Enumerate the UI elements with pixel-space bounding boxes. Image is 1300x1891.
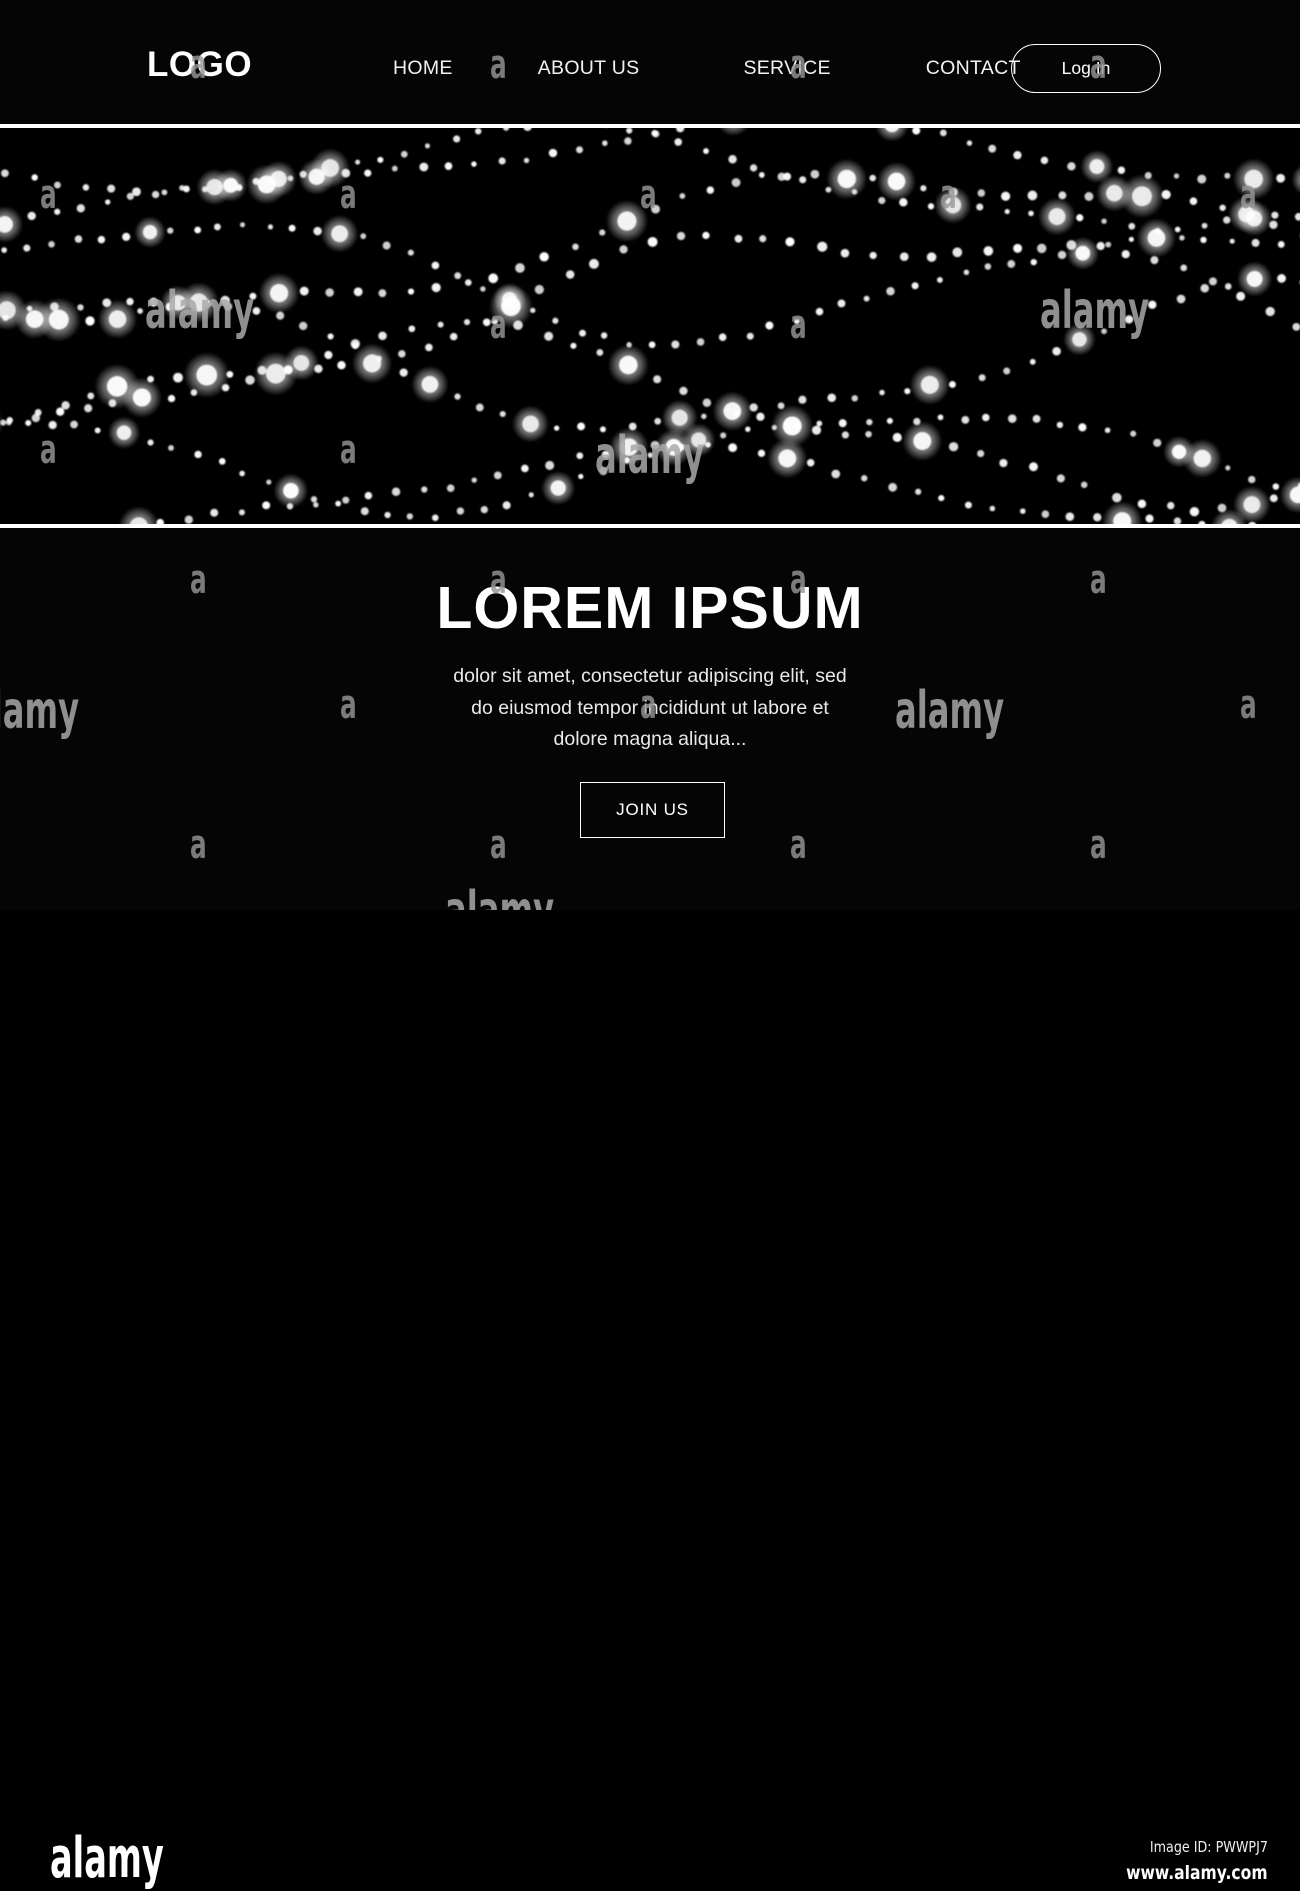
hero-paragraph-line: do eiusmod tempor incididunt ut labore e… <box>471 697 829 719</box>
dot-wave-graphic <box>0 128 1300 524</box>
login-button[interactable]: Log In <box>1011 44 1161 93</box>
image-id-label: Image ID: PWWPJ7 <box>1150 1838 1268 1856</box>
alamy-url: www.alamy.com <box>1126 1862 1268 1884</box>
stock-footer-bar: alamy Image ID: PWWPJ7 www.alamy.com <box>0 910 1300 995</box>
hero-title: LOREM IPSUM <box>0 578 1300 640</box>
stock-photo-frame: LOGO HOME ABOUT US SERVICE CONTACT Log I… <box>0 0 1300 995</box>
nav-item-about-us[interactable]: ABOUT US <box>538 57 640 80</box>
hero-paragraph: dolor sit amet, consectetur adipiscing e… <box>0 661 1300 756</box>
nav-item-home[interactable]: HOME <box>393 57 453 80</box>
main-navigation: HOME ABOUT US SERVICE CONTACT <box>393 57 1021 80</box>
nav-item-contact[interactable]: CONTACT <box>926 57 1021 80</box>
hero-banner-dot-waves <box>0 128 1300 524</box>
hero-paragraph-line: dolore magna aliqua... <box>554 728 747 750</box>
hero-content: LOREM IPSUM dolor sit amet, consectetur … <box>0 528 1300 910</box>
join-us-button[interactable]: JOIN US <box>580 782 725 838</box>
brand-logo: LOGO <box>147 47 252 82</box>
site-header: LOGO HOME ABOUT US SERVICE CONTACT Log I… <box>0 0 1300 126</box>
artwork-canvas: LOGO HOME ABOUT US SERVICE CONTACT Log I… <box>0 0 1300 910</box>
alamy-logo: alamy <box>50 1831 164 1887</box>
hero-paragraph-line: dolor sit amet, consectetur adipiscing e… <box>453 665 846 687</box>
nav-item-service[interactable]: SERVICE <box>743 57 830 80</box>
